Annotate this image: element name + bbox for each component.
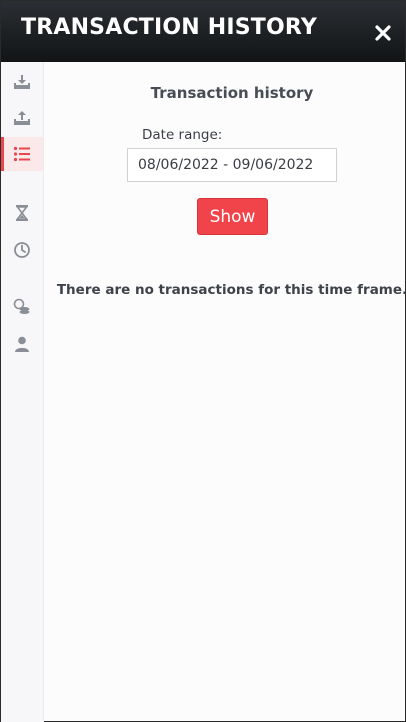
sidebar-item-history[interactable] [1,233,43,267]
hourglass-icon [15,205,29,221]
withdraw-icon [14,111,30,125]
coins-icon [13,298,30,314]
transaction-list-icon [13,146,30,162]
sidebar-item-bonuses[interactable] [1,290,43,324]
close-icon [375,25,391,41]
main-panel: Transaction history Date range: Show The… [44,62,406,722]
show-button[interactable]: Show [197,198,268,235]
sidebar-item-account[interactable] [1,327,43,361]
sidebar-item-transaction-history[interactable] [1,137,43,171]
sidebar-item-withdraw[interactable] [1,101,43,135]
panel-title: Transaction history [150,84,314,102]
user-icon [15,336,29,352]
sidebar-nav [1,62,44,722]
clock-icon [14,242,30,258]
deposit-icon [14,75,30,89]
window-title: TRANSACTION HISTORY [21,15,317,40]
transaction-history-window: TRANSACTION HISTORY Transaction history … [0,0,406,722]
header-bar: TRANSACTION HISTORY [1,1,405,62]
empty-state-message: There are no transactions for this time … [56,282,406,298]
date-range-label: Date range: [142,127,223,143]
date-range-input[interactable] [127,148,337,182]
sidebar-item-deposit[interactable] [1,65,43,99]
sidebar-item-pending[interactable] [1,196,43,230]
close-button[interactable] [371,21,395,45]
